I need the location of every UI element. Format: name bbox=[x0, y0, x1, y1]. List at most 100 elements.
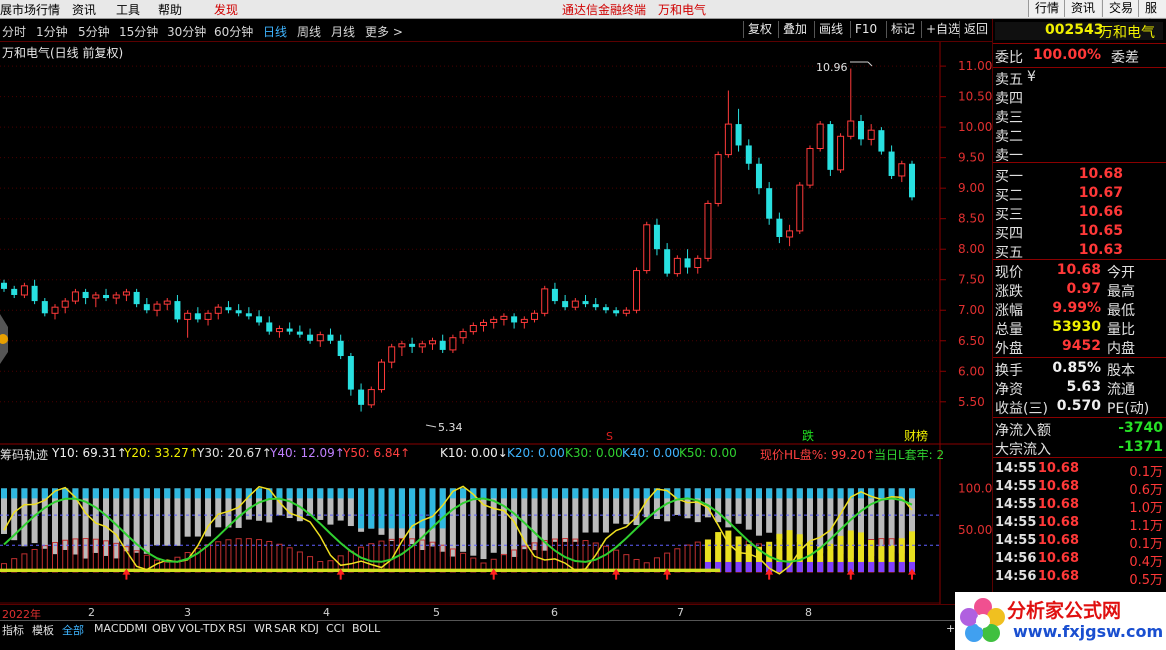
price-axis-label: 6.00 bbox=[958, 364, 985, 378]
draw-line-button[interactable]: 画线 bbox=[814, 21, 847, 38]
period-1min[interactable]: 1分钟 bbox=[36, 23, 68, 40]
candle-body bbox=[664, 249, 671, 274]
tick-time: 14:55 bbox=[995, 479, 1037, 494]
tick-time: 14:55 bbox=[995, 461, 1037, 476]
mark-button[interactable]: 标记 bbox=[886, 21, 919, 38]
tab-sar[interactable]: SAR bbox=[274, 622, 296, 635]
buy-row[interactable]: 买五 10.63 bbox=[995, 242, 1163, 261]
menu-discover[interactable]: 发现 bbox=[214, 1, 238, 18]
menu-help[interactable]: 帮助 bbox=[158, 1, 182, 18]
tab-kdj[interactable]: KDJ bbox=[300, 622, 319, 635]
chip-bar-upper bbox=[133, 488, 140, 499]
tab-indicator[interactable]: 指标 bbox=[2, 622, 24, 638]
stat-value: 53930 bbox=[1052, 319, 1101, 335]
buy-price: 10.65 bbox=[1078, 223, 1123, 239]
chip-bar-upper bbox=[123, 488, 130, 499]
tick-price: 10.68 bbox=[1037, 533, 1079, 548]
tab-wr[interactable]: WR bbox=[254, 622, 273, 635]
tab-template[interactable]: 模板 bbox=[32, 622, 54, 638]
market-button[interactable]: 行情 bbox=[1028, 0, 1066, 17]
candle-body bbox=[337, 340, 344, 357]
menu-market[interactable]: 展市场行情 bbox=[0, 1, 60, 18]
trade-button[interactable]: 交易 bbox=[1102, 0, 1140, 17]
news-button[interactable]: 资讯 bbox=[1064, 0, 1102, 17]
tab-cci[interactable]: CCI bbox=[326, 622, 345, 635]
period-weekly[interactable]: 周线 bbox=[297, 23, 321, 40]
overlay-button[interactable]: 叠加 bbox=[778, 21, 811, 38]
chip-bar-upper bbox=[113, 488, 120, 499]
menu-tools[interactable]: 工具 bbox=[116, 1, 140, 18]
tick-volume: 0.1万 bbox=[1129, 465, 1163, 480]
candle-body bbox=[909, 163, 915, 198]
chip-bar-lower bbox=[245, 538, 252, 573]
sell-row: 卖四 bbox=[995, 88, 1163, 107]
tab-vol-tdx[interactable]: VOL-TDX bbox=[178, 622, 226, 635]
chip-bar-upper bbox=[215, 488, 222, 499]
stat-label-2: PE(动) bbox=[1107, 401, 1150, 417]
buy-row[interactable]: 买二 10.67 bbox=[995, 185, 1163, 204]
price-grid bbox=[0, 65, 940, 403]
menu-news[interactable]: 资讯 bbox=[72, 1, 96, 18]
chip-fill-purple bbox=[817, 561, 824, 572]
chip-bar-upper bbox=[776, 488, 783, 499]
chip-bar-lower bbox=[429, 541, 436, 573]
candle-body bbox=[347, 356, 354, 390]
candle-body bbox=[428, 340, 436, 345]
candle-body bbox=[296, 331, 303, 335]
period-5min[interactable]: 5分钟 bbox=[78, 23, 110, 40]
tab-boll[interactable]: BOLL bbox=[352, 622, 380, 635]
buy-row[interactable]: 买一 10.68 bbox=[995, 166, 1163, 185]
chip-bar-upper bbox=[623, 488, 630, 499]
candle-body bbox=[11, 288, 18, 295]
tick-row: 14:55 10.68 0.1万 bbox=[995, 533, 1163, 552]
tick-price: 10.68 bbox=[1037, 461, 1079, 476]
tab-dmi[interactable]: DMI bbox=[126, 622, 147, 635]
back-button[interactable]: 返回 bbox=[959, 21, 992, 38]
tab-macd[interactable]: MACD bbox=[94, 622, 127, 635]
restore-rights-button[interactable]: 复权 bbox=[743, 21, 776, 38]
candle-body bbox=[622, 309, 630, 314]
indicator-chart bbox=[0, 485, 940, 604]
candle-body bbox=[92, 294, 100, 299]
period-15min[interactable]: 15分钟 bbox=[119, 23, 158, 40]
f10-button[interactable]: F10 bbox=[850, 21, 881, 38]
sell-row: 卖一 bbox=[995, 145, 1163, 164]
indicator-name[interactable]: 筹码轨迹 bbox=[0, 446, 48, 463]
stock-code: 002543 bbox=[1045, 22, 1104, 38]
add-watchlist-button[interactable]: +自选 bbox=[921, 21, 964, 38]
period-daily[interactable]: 日线 bbox=[263, 23, 287, 40]
period-more[interactable]: 更多 > bbox=[365, 23, 403, 40]
candle-body bbox=[112, 294, 120, 299]
candle-body bbox=[163, 300, 171, 305]
indicator-tabs: 指标 模板 全部 MACD DMI OBV VOL-TDX RSI WR SAR… bbox=[0, 620, 992, 638]
chip-bar-lower bbox=[684, 544, 691, 573]
date-month: 5 bbox=[433, 606, 440, 619]
candle-body bbox=[786, 230, 794, 238]
candle-body bbox=[776, 218, 783, 237]
service-button[interactable]: 服务 bbox=[1138, 0, 1166, 32]
high-annotation: 10.96 bbox=[816, 61, 873, 74]
tab-rsi[interactable]: RSI bbox=[228, 622, 246, 635]
period-monthly[interactable]: 月线 bbox=[331, 23, 355, 40]
chip-bar-upper bbox=[582, 488, 589, 499]
tab-obv[interactable]: OBV bbox=[152, 622, 175, 635]
stat-value: 10.68 bbox=[1056, 262, 1101, 278]
price-axis: 11.00 10.50 10.00 9.50 9.00 8.50 8.00 7.50 7.00 6… bbox=[940, 59, 992, 409]
tick-price: 10.68 bbox=[1037, 569, 1079, 584]
top-menu-bar: 展市场行情 资讯 工具 帮助 发现 通达信金融终端 万和电气 行情 资讯 交易 … bbox=[0, 0, 1166, 32]
candle-body bbox=[511, 316, 518, 323]
flow-label: 净流入额 bbox=[995, 423, 1051, 439]
chip-bar-upper bbox=[817, 488, 824, 499]
add-tab-icon[interactable]: + bbox=[946, 622, 955, 635]
buy-row[interactable]: 买三 10.66 bbox=[995, 204, 1163, 223]
chip-fill-purple bbox=[745, 561, 752, 572]
chip-bar-lower bbox=[205, 544, 212, 573]
chip-fill-purple bbox=[898, 561, 905, 572]
kline-chart[interactable]: 11.00 10.50 10.00 9.50 9.00 8.50 8.00 7.50 7.00 6… bbox=[0, 42, 992, 604]
tab-all[interactable]: 全部 bbox=[62, 622, 84, 638]
buy-row[interactable]: 买四 10.65 bbox=[995, 223, 1163, 242]
period-30min[interactable]: 30分钟 bbox=[167, 23, 206, 40]
chip-bar-upper bbox=[796, 488, 803, 499]
period-timeshare[interactable]: 分时 bbox=[2, 23, 26, 40]
period-60min[interactable]: 60分钟 bbox=[214, 23, 253, 40]
